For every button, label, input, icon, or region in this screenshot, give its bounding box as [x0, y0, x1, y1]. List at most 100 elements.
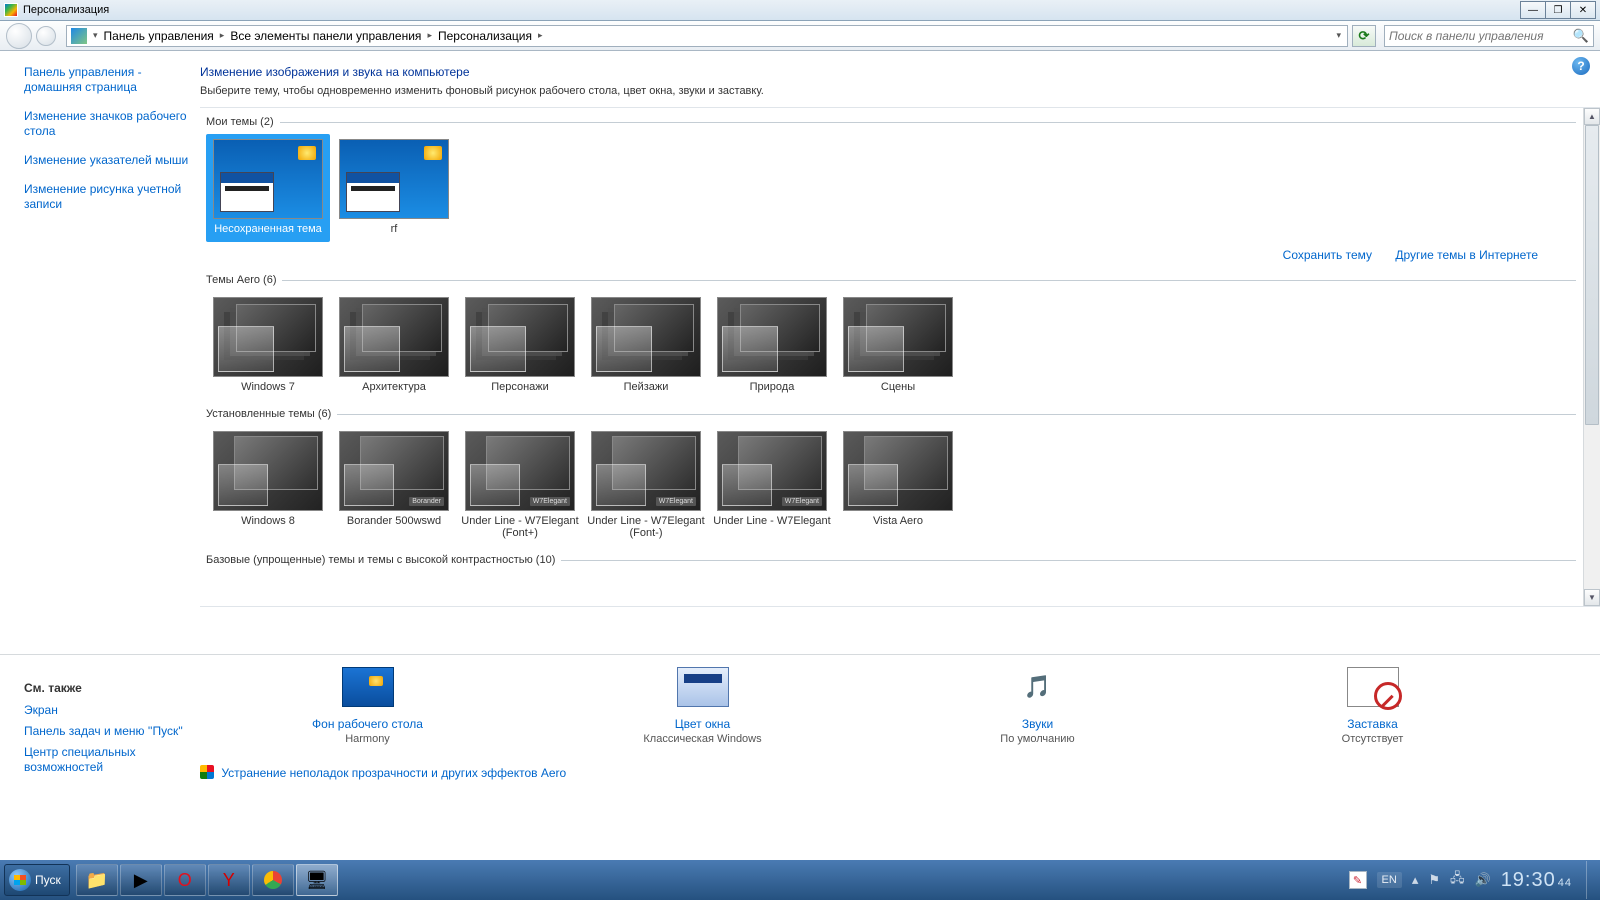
wallpaper-icon — [342, 667, 394, 707]
see-also-display[interactable]: Экран — [24, 703, 192, 718]
chevron-down-icon[interactable]: ▾ — [93, 30, 98, 41]
theme-item-rf[interactable]: rf — [332, 134, 456, 242]
close-button[interactable]: ✕ — [1570, 1, 1596, 19]
tray-volume-icon[interactable]: 🔊 — [1475, 872, 1491, 888]
forward-button[interactable] — [36, 26, 56, 46]
window-titlebar: Персонализация — ❐ ✕ — [0, 0, 1600, 21]
setting-label[interactable]: Заставка — [1273, 717, 1473, 731]
scroll-thumb[interactable] — [1585, 125, 1599, 425]
theme-label: Under Line - W7Elegant — [711, 515, 833, 527]
navigation-bar: ▾ Панель управления ▸ Все элементы панел… — [0, 21, 1600, 51]
theme-label: rf — [333, 223, 455, 235]
maximize-button[interactable]: ❐ — [1545, 1, 1571, 19]
chevron-right-icon[interactable]: ▸ — [220, 30, 225, 41]
page-heading: Изменение изображения и звука на компьют… — [200, 65, 1600, 79]
setting-label[interactable]: Цвет окна — [603, 717, 803, 731]
theme-item[interactable]: Природа — [710, 292, 834, 400]
app-icon — [4, 3, 18, 17]
setting-value: Отсутствует — [1273, 733, 1473, 745]
theme-label: Vista Aero — [837, 515, 959, 527]
breadcrumb-item[interactable]: Панель управления — [100, 29, 218, 43]
theme-item[interactable]: W7ElegantUnder Line - W7Elegant (Font+) — [458, 426, 582, 546]
window-title: Персонализация — [23, 4, 109, 16]
theme-item[interactable]: W7ElegantUnder Line - W7Elegant — [710, 426, 834, 546]
windows-orb-icon — [9, 869, 31, 891]
shield-icon — [200, 765, 214, 779]
taskbar-personalization[interactable]: 🖥 — [296, 864, 338, 896]
theme-item[interactable]: Windows 8 — [206, 426, 330, 546]
theme-item[interactable]: Пейзажи — [584, 292, 708, 400]
theme-label: Персонажи — [459, 381, 581, 393]
see-also-taskbar[interactable]: Панель задач и меню ''Пуск'' — [24, 724, 192, 739]
setting-wallpaper[interactable]: Фон рабочего стола Harmony — [268, 667, 468, 745]
theme-item[interactable]: BoranderBorander 500wswd — [332, 426, 456, 546]
group-my-themes: Мои темы (2) Несохраненная тема rf — [206, 116, 1576, 242]
tray-expand-icon[interactable]: ▴ — [1412, 872, 1419, 888]
search-icon[interactable]: 🔍 — [1573, 28, 1589, 44]
sidebar-link-account-picture[interactable]: Изменение рисунка учетной записи — [24, 182, 192, 212]
bottom-panel: См. также Экран Панель задач и меню ''Пу… — [0, 654, 1600, 809]
main-pane: ? Изменение изображения и звука на компь… — [200, 51, 1600, 654]
setting-screensaver[interactable]: Заставка Отсутствует — [1273, 667, 1473, 745]
aero-troubleshoot-link[interactable]: Устранение неполадок прозрачности и друг… — [221, 766, 566, 780]
theme-label: Несохраненная тема — [207, 223, 329, 235]
see-also-accessibility[interactable]: Центр специальных возможностей — [24, 745, 192, 775]
back-button[interactable] — [6, 23, 32, 49]
tray-tablet-icon[interactable]: ✎ — [1349, 871, 1367, 889]
start-button[interactable]: Пуск — [4, 864, 70, 896]
search-input[interactable] — [1389, 29, 1573, 43]
control-panel-icon — [71, 28, 87, 44]
setting-sounds[interactable]: 🎵 Звуки По умолчанию — [938, 667, 1138, 745]
search-box[interactable]: 🔍 — [1384, 25, 1594, 47]
taskbar-media-player[interactable]: ▶ — [120, 864, 162, 896]
theme-item[interactable]: Windows 7 — [206, 292, 330, 400]
theme-item-unsaved[interactable]: Несохраненная тема — [206, 134, 330, 242]
scroll-down-button[interactable]: ▼ — [1584, 589, 1600, 606]
screensaver-icon — [1347, 667, 1399, 707]
group-title: Мои темы (2) — [206, 116, 274, 128]
window-controls: — ❐ ✕ — [1521, 1, 1596, 19]
theme-item[interactable]: Vista Aero — [836, 426, 960, 546]
breadcrumb-bar[interactable]: ▾ Панель управления ▸ Все элементы панел… — [66, 25, 1348, 47]
settings-row: Фон рабочего стола Harmony Цвет окна Кла… — [200, 667, 1600, 745]
taskbar-yandex[interactable]: Y — [208, 864, 250, 896]
setting-value: Классическая Windows — [603, 733, 803, 745]
language-indicator[interactable]: EN — [1377, 872, 1402, 888]
breadcrumb-item[interactable]: Персонализация — [434, 29, 536, 43]
taskbar-opera[interactable]: O — [164, 864, 206, 896]
more-themes-link[interactable]: Другие темы в Интернете — [1395, 248, 1538, 262]
scroll-up-button[interactable]: ▲ — [1584, 108, 1600, 125]
chevron-right-icon[interactable]: ▸ — [538, 30, 543, 41]
group-title: Установленные темы (6) — [206, 408, 331, 420]
theme-item[interactable]: W7ElegantUnder Line - W7Elegant (Font-) — [584, 426, 708, 546]
theme-label: Under Line - W7Elegant (Font-) — [585, 515, 707, 539]
theme-label: Сцены — [837, 381, 959, 393]
theme-item[interactable]: Архитектура — [332, 292, 456, 400]
refresh-button[interactable]: ⟳ — [1352, 25, 1376, 47]
theme-item[interactable]: Персонажи — [458, 292, 582, 400]
taskbar-explorer[interactable]: 📁 — [76, 864, 118, 896]
save-theme-link[interactable]: Сохранить тему — [1283, 248, 1372, 262]
minimize-button[interactable]: — — [1520, 1, 1546, 19]
tray-flag-icon[interactable]: ⚑ — [1428, 872, 1440, 888]
sidebar-link-home[interactable]: Панель управления - домашняя страница — [24, 65, 192, 95]
breadcrumb-item[interactable]: Все элементы панели управления — [226, 29, 425, 43]
themes-scroll-area: Мои темы (2) Несохраненная тема rf Сохра… — [200, 107, 1600, 607]
tray-network-icon[interactable]: 🖧 — [1450, 869, 1465, 891]
setting-window-color[interactable]: Цвет окна Классическая Windows — [603, 667, 803, 745]
sound-icon: 🎵 — [1012, 667, 1064, 707]
sidebar-link-pointers[interactable]: Изменение указателей мыши — [24, 153, 192, 168]
history-dropdown-icon[interactable]: ▾ — [1336, 30, 1341, 41]
show-desktop-button[interactable] — [1586, 861, 1596, 899]
group-title: Базовые (упрощенные) темы и темы с высок… — [206, 554, 555, 566]
theme-label: Under Line - W7Elegant (Font+) — [459, 515, 581, 539]
tray-clock[interactable]: 19:3044 — [1501, 869, 1572, 892]
chevron-right-icon[interactable]: ▸ — [427, 30, 432, 41]
vertical-scrollbar[interactable]: ▲ ▼ — [1583, 108, 1600, 606]
setting-label[interactable]: Фон рабочего стола — [268, 717, 468, 731]
setting-label[interactable]: Звуки — [938, 717, 1138, 731]
theme-item[interactable]: Сцены — [836, 292, 960, 400]
taskbar-chrome[interactable] — [252, 864, 294, 896]
sidebar-link-desktop-icons[interactable]: Изменение значков рабочего стола — [24, 109, 192, 139]
help-icon[interactable]: ? — [1572, 57, 1590, 75]
